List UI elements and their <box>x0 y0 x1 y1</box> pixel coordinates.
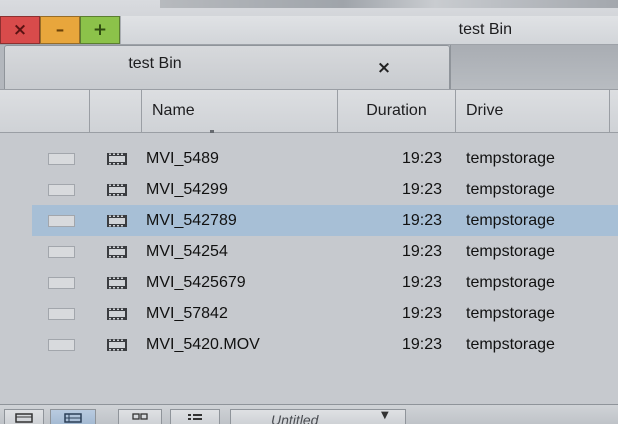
dropdown-arrow-icon: ▼ <box>381 410 389 421</box>
brief-view-icon <box>15 413 33 423</box>
table-row-selected[interactable]: MVI_542789 19:23 tempstorage <box>0 205 618 236</box>
clip-list: MVI_5489 19:23 tempstorage MVI_54299 19:… <box>0 133 618 378</box>
window-title: test Bin <box>120 16 618 44</box>
clip-icon <box>107 153 127 165</box>
script-view-icon <box>188 414 202 420</box>
row-select-box[interactable] <box>48 308 75 320</box>
clip-drive: tempstorage <box>466 212 555 229</box>
clip-name: MVI_57842 <box>146 305 228 322</box>
clip-name: MVI_5425679 <box>146 274 246 291</box>
table-row[interactable]: MVI_54254 19:23 tempstorage <box>0 236 618 267</box>
clip-icon <box>107 215 127 227</box>
table-row[interactable]: MVI_57842 19:23 tempstorage <box>0 298 618 329</box>
clip-icon <box>107 308 127 320</box>
row-select-box[interactable] <box>48 339 75 351</box>
row-select-box[interactable] <box>48 184 75 196</box>
frame-view-icon <box>132 413 148 420</box>
header-select-column[interactable] <box>0 90 90 132</box>
clip-drive: tempstorage <box>466 305 555 322</box>
row-select-box[interactable] <box>48 215 75 227</box>
clip-icon <box>107 246 127 258</box>
maximize-window-button[interactable]: + <box>80 16 120 44</box>
maximize-icon: + <box>92 20 108 40</box>
table-row[interactable]: MVI_5420.MOV 19:23 tempstorage <box>0 329 618 360</box>
bin-view-select[interactable]: Untitled ▼ <box>230 409 406 424</box>
clip-drive: tempstorage <box>466 150 555 167</box>
clip-name: MVI_54299 <box>146 181 228 198</box>
clip-icon <box>107 277 127 289</box>
clip-duration: 19:23 <box>401 336 442 353</box>
header-name[interactable]: Name <box>142 90 338 132</box>
bin-bottom-toolbar: Untitled ▼ <box>0 404 618 424</box>
minimize-window-button[interactable]: – <box>40 16 80 44</box>
clip-name: MVI_5420.MOV <box>146 336 260 353</box>
tab-bar-empty-area <box>450 45 618 89</box>
clip-name: MVI_54254 <box>146 243 228 260</box>
column-headers: Name Duration Drive <box>0 89 618 135</box>
row-select-box[interactable] <box>48 246 75 258</box>
title-bar[interactable]: × – + test Bin <box>0 0 618 45</box>
clip-duration: 19:23 <box>401 305 442 322</box>
clip-duration: 19:23 <box>401 243 442 260</box>
text-view-icon <box>64 413 82 423</box>
header-duration[interactable]: Duration <box>338 90 456 132</box>
clip-drive: tempstorage <box>466 274 555 291</box>
clip-icon <box>107 184 127 196</box>
tab-label: test Bin <box>128 55 182 72</box>
minimize-icon: – <box>55 20 65 40</box>
clip-duration: 19:23 <box>401 212 442 229</box>
table-row[interactable]: MVI_5489 19:23 tempstorage <box>0 143 618 174</box>
row-select-box[interactable] <box>48 277 75 289</box>
clip-duration: 19:23 <box>401 150 442 167</box>
close-icon: × <box>376 58 392 78</box>
clip-icon <box>107 339 127 351</box>
clip-name: MVI_542789 <box>146 212 237 229</box>
text-view-button[interactable] <box>50 409 96 424</box>
clip-drive: tempstorage <box>466 181 555 198</box>
clip-duration: 19:23 <box>401 274 442 291</box>
tab-close-button[interactable]: × <box>371 54 397 82</box>
frame-view-button[interactable] <box>118 409 162 424</box>
header-overflow <box>610 90 618 132</box>
table-row[interactable]: MVI_54299 19:23 tempstorage <box>0 174 618 205</box>
tab-test-bin[interactable]: test Bin × <box>4 45 450 89</box>
tab-bar: test Bin × <box>0 45 618 89</box>
table-row[interactable]: MVI_5425679 19:23 tempstorage <box>0 267 618 298</box>
close-icon: × <box>12 20 28 40</box>
header-drive[interactable]: Drive <box>456 90 610 132</box>
bin-window: × – + test Bin test Bin × Name Duration … <box>0 0 618 424</box>
clip-drive: tempstorage <box>466 336 555 353</box>
brief-view-button[interactable] <box>4 409 44 424</box>
close-window-button[interactable]: × <box>0 16 40 44</box>
header-icon-column[interactable] <box>90 90 142 132</box>
row-select-box[interactable] <box>48 153 75 165</box>
clip-duration: 19:23 <box>401 181 442 198</box>
background-strip <box>160 0 618 8</box>
script-view-button[interactable] <box>170 409 220 424</box>
bin-view-select-value: Untitled <box>271 412 319 424</box>
clip-drive: tempstorage <box>466 243 555 260</box>
clip-name: MVI_5489 <box>146 150 219 167</box>
